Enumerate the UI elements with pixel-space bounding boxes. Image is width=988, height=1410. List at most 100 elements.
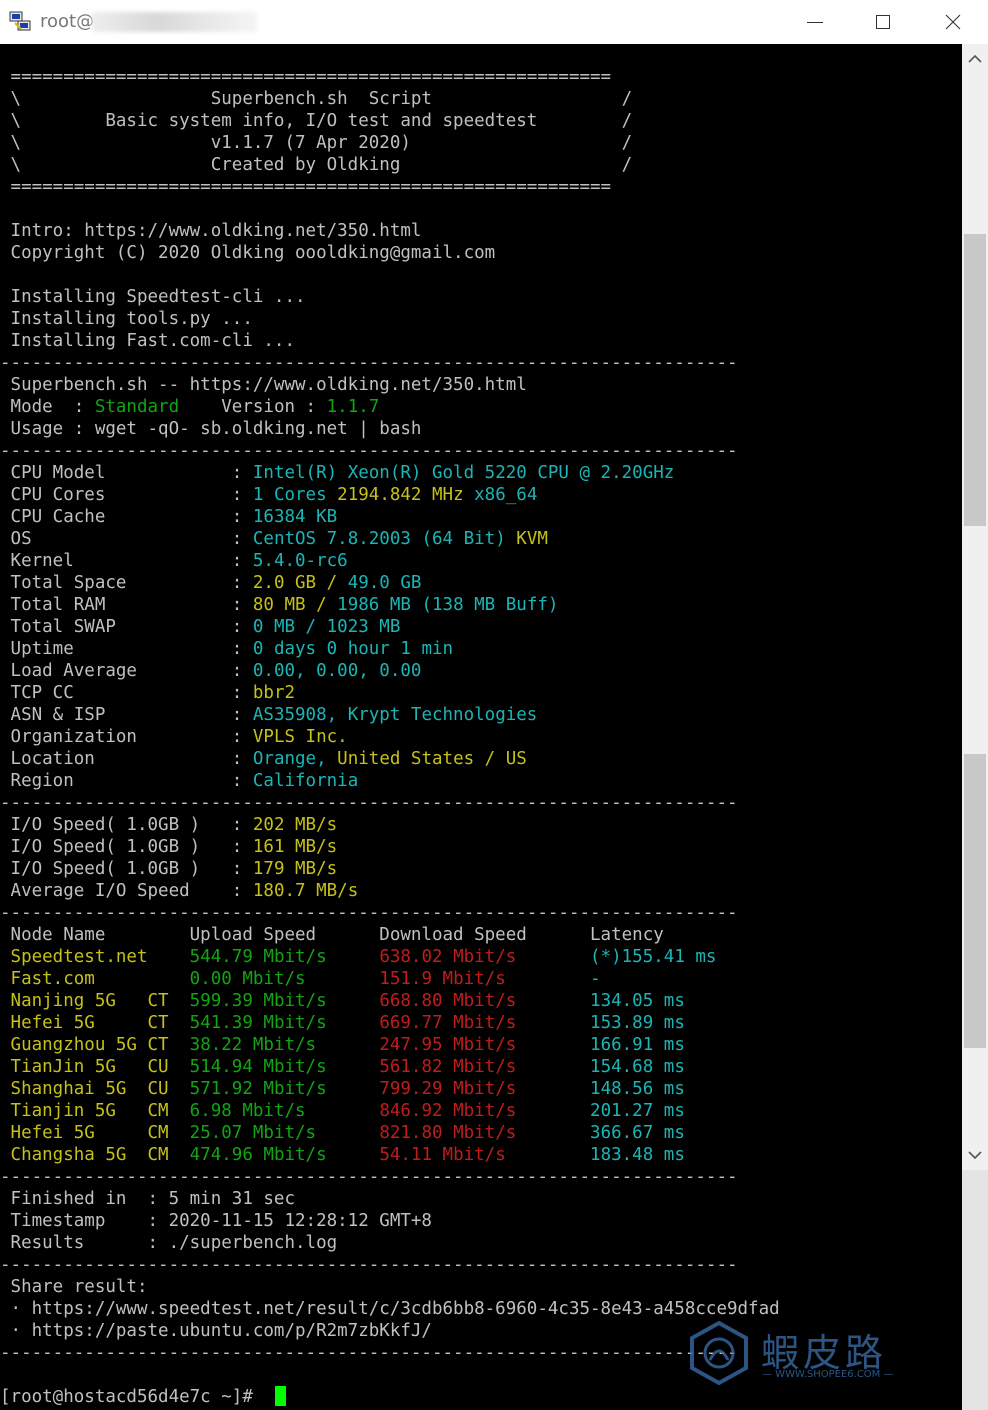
terminal-text: VPLS Inc. xyxy=(252,727,348,747)
terminal-text: Load Average : xyxy=(0,661,253,681)
terminal-text: 134.05 ms xyxy=(590,991,685,1011)
terminal-text: (*)155.41 ms xyxy=(590,947,717,967)
terminal-line: Changsha 5G CM 474.96 Mbit/s 54.11 Mbit/… xyxy=(0,1144,685,1166)
terminal-text: Finished in : 5 min 31 sec xyxy=(0,1189,296,1209)
terminal-text: I/O Speed( 1.0GB ) : xyxy=(0,815,253,835)
terminal-text: ----------------------------------------… xyxy=(0,903,738,923)
terminal-text: Orange, xyxy=(252,749,338,769)
watermark: 蝦皮路 — WWW.SHOPEE6.COM — xyxy=(686,1320,916,1390)
terminal-text: 821.80 Mbit/s xyxy=(379,1123,591,1143)
minimize-icon xyxy=(807,22,823,23)
terminal-line: Nanjing 5G CT 599.39 Mbit/s 668.80 Mbit/… xyxy=(0,990,685,1012)
terminal-text: 16384 KB xyxy=(252,507,338,527)
redacted-hostname xyxy=(92,12,257,32)
terminal-text: 0 MB / 1023 MB xyxy=(252,617,401,637)
terminal-line: ----------------------------------------… xyxy=(0,440,738,462)
terminal-text: \ Created by Oldking / xyxy=(0,155,633,175)
terminal-line: I/O Speed( 1.0GB ) : 202 MB/s xyxy=(0,814,338,836)
terminal-text: 180.7 MB/s xyxy=(252,881,359,901)
terminal-text: Kernel : xyxy=(0,551,253,571)
terminal-line: Installing Fast.com-cli ... xyxy=(0,330,295,352)
terminal-text: California xyxy=(252,771,359,791)
terminal-text: (138 MB Buff) xyxy=(421,595,559,615)
terminal-text: 1 Cores xyxy=(252,485,338,505)
terminal-text: 148.56 ms xyxy=(590,1079,685,1099)
terminal-line: Uptime : 0 days 0 hour 1 min xyxy=(0,638,454,660)
terminal-text: x86_64 xyxy=(474,485,538,505)
terminal-line: Tianjin 5G CM 6.98 Mbit/s 846.92 Mbit/s … xyxy=(0,1100,685,1122)
terminal-line: Total SWAP : 0 MB / 1023 MB xyxy=(0,616,401,638)
terminal-line: Mode : Standard Version : 1.1.7 xyxy=(0,396,380,418)
terminal-text: CPU Cache : xyxy=(0,507,253,527)
terminal-line: Hefei 5G CT 541.39 Mbit/s 669.77 Mbit/s … xyxy=(0,1012,685,1034)
terminal-text: ASN & ISP : xyxy=(0,705,253,725)
terminal-text: 1.1.7 xyxy=(326,397,380,417)
terminal-text: ----------------------------------------… xyxy=(0,1255,738,1275)
terminal-text: 25.07 Mbit/s xyxy=(189,1123,380,1143)
scroll-track[interactable] xyxy=(962,1170,988,1410)
terminal-text: Average I/O Speed : xyxy=(0,881,253,901)
terminal-text: 846.92 Mbit/s xyxy=(379,1101,591,1121)
scroll-thumb[interactable] xyxy=(964,234,986,526)
terminal-line: Superbench.sh -- https://www.oldking.net… xyxy=(0,374,527,396)
maximize-button[interactable] xyxy=(848,0,918,44)
putty-icon[interactable] xyxy=(9,11,33,33)
terminal-text: CPU Model : xyxy=(0,463,253,483)
scroll-up-button[interactable] xyxy=(962,44,988,74)
terminal-text: [root@hostacd56d4e7c ~]# xyxy=(0,1387,264,1407)
terminal-text: 514.94 Mbit/s xyxy=(189,1057,380,1077)
terminal-line: ASN & ISP : AS35908, Krypt Technologies xyxy=(0,704,538,726)
terminal-line: [root@hostacd56d4e7c ~]# xyxy=(0,1386,287,1408)
terminal-text: ----------------------------------------… xyxy=(0,1167,738,1187)
terminal-text: TCP CC : xyxy=(0,683,253,703)
watermark-subtext: — WWW.SHOPEE6.COM — xyxy=(762,1369,894,1380)
terminal-line: Shanghai 5G CU 571.92 Mbit/s 799.29 Mbit… xyxy=(0,1078,685,1100)
vertical-scrollbar[interactable] xyxy=(962,44,988,1410)
terminal-text: 561.82 Mbit/s xyxy=(379,1057,591,1077)
terminal-text: Standard xyxy=(94,397,180,417)
terminal-text: Hefei 5G CT xyxy=(0,1013,190,1033)
chevron-up-icon xyxy=(968,54,982,63)
terminal-text: Installing Fast.com-cli ... xyxy=(0,331,296,351)
terminal-text: Total RAM : xyxy=(0,595,253,615)
terminal-line: ----------------------------------------… xyxy=(0,1166,738,1188)
terminal-text: ----------------------------------------… xyxy=(0,353,738,373)
terminal-line: ----------------------------------------… xyxy=(0,792,738,814)
minimize-button[interactable] xyxy=(780,0,850,44)
terminal-text: Shanghai 5G CU xyxy=(0,1079,190,1099)
terminal-text: Share result: xyxy=(0,1277,148,1297)
terminal-text: 154.68 ms xyxy=(590,1057,685,1077)
terminal-output[interactable]: ========================================… xyxy=(0,44,962,1410)
terminal-text: ========================================… xyxy=(0,177,612,197)
terminal-text: Installing tools.py ... xyxy=(0,309,253,329)
terminal-text: CPU Cores : xyxy=(0,485,253,505)
terminal-text: 151.9 Mbit/s xyxy=(379,969,591,989)
terminal-text: 247.95 Mbit/s xyxy=(379,1035,591,1055)
close-icon xyxy=(945,14,961,30)
title-bar: root@ xyxy=(0,0,988,44)
terminal-text: 366.67 ms xyxy=(590,1123,685,1143)
terminal-text: Node Name Upload Speed Download Speed La… xyxy=(0,925,664,945)
terminal-line: ----------------------------------------… xyxy=(0,1342,738,1364)
terminal-line: OS : CentOS 7.8.2003 (64 Bit) KVM xyxy=(0,528,548,550)
terminal-line: Guangzhou 5G CT 38.22 Mbit/s 247.95 Mbit… xyxy=(0,1034,685,1056)
close-button[interactable] xyxy=(918,0,988,44)
terminal-text: Fast.com xyxy=(0,969,190,989)
terminal-line: Share result: xyxy=(0,1276,148,1298)
terminal-line: Timestamp : 2020-11-15 12:28:12 GMT+8 xyxy=(0,1210,432,1232)
terminal-line: Total Space : 2.0 GB / 49.0 GB xyxy=(0,572,422,594)
terminal-line: ----------------------------------------… xyxy=(0,352,738,374)
terminal-text: Uptime : xyxy=(0,639,253,659)
terminal-line: Total RAM : 80 MB / 1986 MB (138 MB Buff… xyxy=(0,594,559,616)
terminal-text: bbr2 xyxy=(252,683,296,703)
terminal-text: 6.98 Mbit/s xyxy=(189,1101,380,1121)
terminal-text: ----------------------------------------… xyxy=(0,1343,738,1363)
terminal-text: Superbench.sh -- https://www.oldking.net… xyxy=(0,375,527,395)
terminal-line: I/O Speed( 1.0GB ) : 179 MB/s xyxy=(0,858,338,880)
terminal-text: 799.29 Mbit/s xyxy=(379,1079,591,1099)
scroll-down-button[interactable] xyxy=(962,1140,988,1170)
terminal-text: Changsha 5G CM xyxy=(0,1145,190,1165)
scroll-thumb-lower[interactable] xyxy=(964,754,986,1048)
terminal-line: I/O Speed( 1.0GB ) : 161 MB/s xyxy=(0,836,338,858)
terminal-line: Region : California xyxy=(0,770,359,792)
